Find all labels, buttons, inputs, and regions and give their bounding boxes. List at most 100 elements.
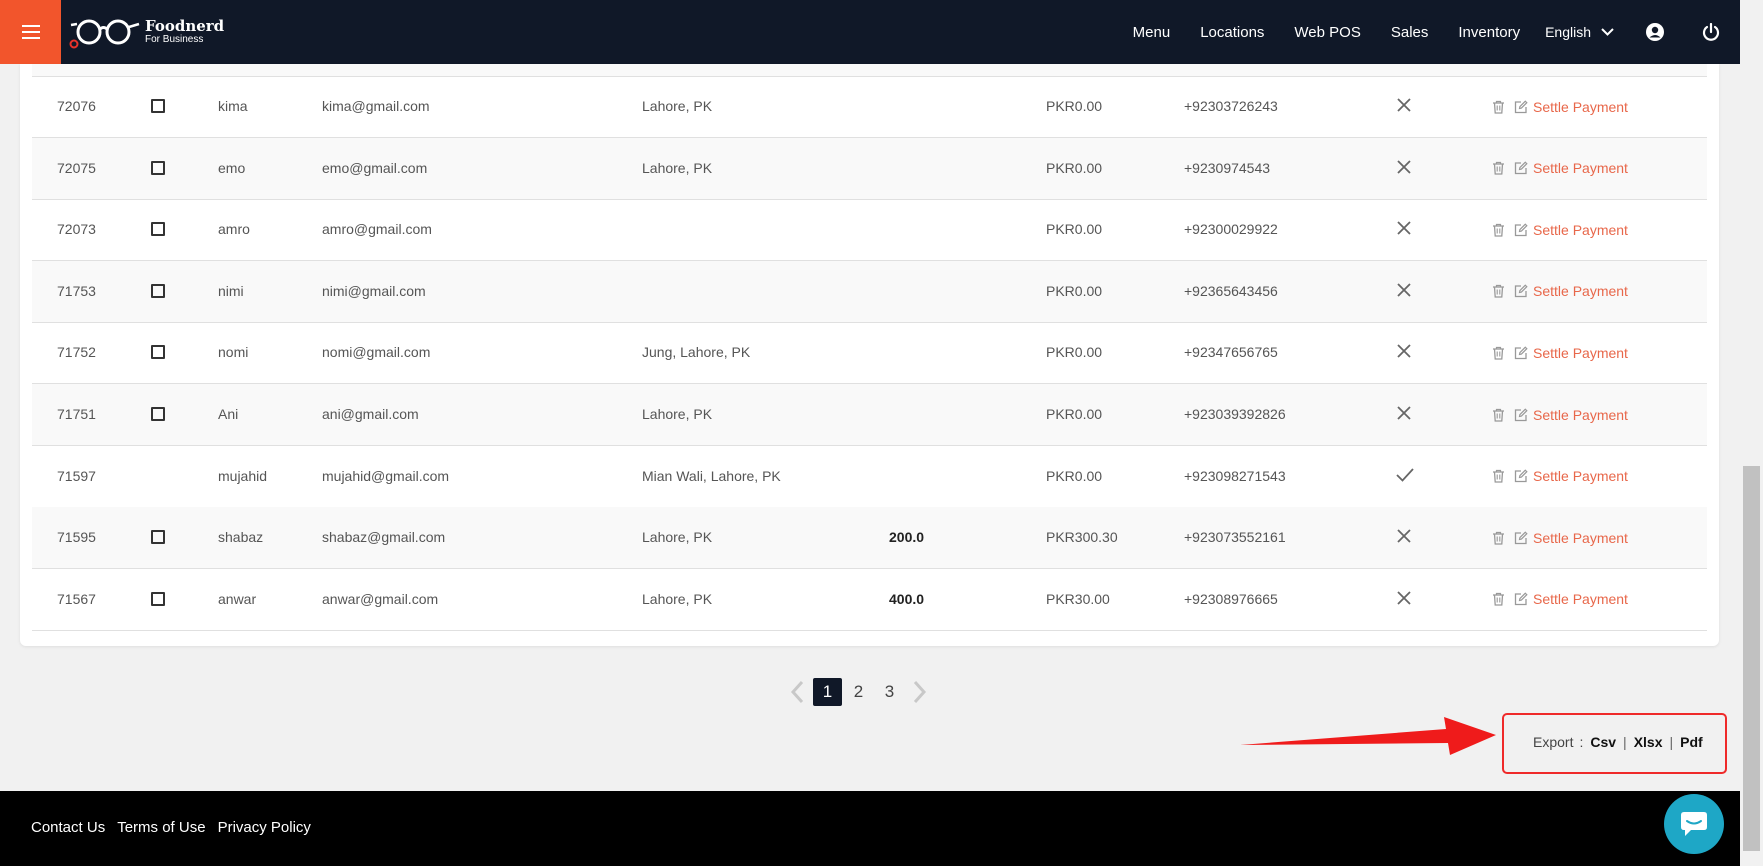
settle-payment-link[interactable]: Settle Payment — [1533, 345, 1628, 361]
cell-email: amro@gmail.com — [322, 221, 432, 238]
export-controls: Export : Csv | Xlsx | Pdf — [1533, 734, 1703, 750]
table-row: 71753 nimi nimi@gmail.com PKR0.00 +92365… — [32, 260, 1707, 323]
glasses-logo-icon — [69, 19, 140, 49]
delete-button[interactable] — [1492, 161, 1505, 175]
export-separator: | — [1669, 734, 1674, 750]
edit-button[interactable] — [1514, 407, 1528, 422]
user-account-button[interactable] — [1646, 23, 1664, 41]
pagination-page-3[interactable]: 3 — [875, 678, 904, 706]
export-colon: : — [1579, 734, 1584, 750]
edit-icon — [1514, 161, 1528, 175]
menu-toggle-button[interactable] — [0, 0, 61, 64]
x-icon — [1396, 590, 1412, 609]
footer-terms-of-use[interactable]: Terms of Use — [117, 819, 205, 836]
edit-icon — [1514, 346, 1528, 360]
settle-payment-link[interactable]: Settle Payment — [1533, 468, 1628, 484]
cell-balance: PKR0.00 — [1046, 406, 1103, 422]
cell-phone: +92303726243 — [1184, 98, 1278, 114]
settle-payment-link[interactable]: Settle Payment — [1533, 99, 1628, 115]
edit-button[interactable] — [1514, 161, 1528, 175]
settle-payment-link[interactable]: Settle Payment — [1533, 160, 1628, 176]
pagination-next[interactable] — [913, 680, 927, 704]
customers-table-card: 72076 kima kima@gmail.com Lahore, PK PKR… — [20, 64, 1719, 646]
pagination-page-2[interactable]: 2 — [844, 678, 873, 706]
x-icon — [1396, 97, 1412, 116]
cell-balance: PKR0.00 — [1046, 467, 1103, 484]
logout-button[interactable] — [1702, 23, 1720, 41]
settle-payment-link[interactable]: Settle Payment — [1533, 530, 1628, 546]
row-checkbox[interactable] — [151, 222, 165, 237]
footer-privacy-policy[interactable]: Privacy Policy — [218, 819, 311, 836]
row-checkbox[interactable] — [151, 160, 165, 175]
settle-payment-link[interactable]: Settle Payment — [1533, 407, 1628, 423]
scrollbar-thumb[interactable] — [1743, 466, 1760, 851]
delete-button[interactable] — [1492, 100, 1505, 114]
delete-button[interactable] — [1492, 223, 1505, 237]
table-row: 71597 mujahid mujahid@gmail.com Mian Wal… — [32, 446, 1707, 508]
cell-id: 71752 — [57, 344, 96, 361]
cell-address: Lahore, PK — [642, 98, 713, 114]
cell-address: Lahore, PK — [642, 590, 713, 607]
edit-icon — [1514, 469, 1528, 483]
nav-locations[interactable]: Locations — [1200, 24, 1264, 41]
trash-icon — [1493, 593, 1504, 606]
row-checkbox[interactable] — [151, 530, 165, 545]
trash-icon — [1493, 531, 1504, 545]
edit-button[interactable] — [1514, 346, 1528, 360]
cell-address: Lahore, PK — [642, 159, 713, 176]
cell-balance: PKR300.30 — [1046, 529, 1118, 546]
row-checkbox[interactable] — [151, 591, 165, 606]
delete-button[interactable] — [1492, 592, 1505, 606]
delete-button[interactable] — [1492, 408, 1505, 422]
settle-payment-link[interactable]: Settle Payment — [1533, 283, 1628, 299]
row-checkbox[interactable] — [151, 407, 165, 421]
settle-payment-link[interactable]: Settle Payment — [1533, 222, 1628, 238]
trash-icon — [1493, 469, 1504, 483]
export-csv-link[interactable]: Csv — [1590, 734, 1616, 750]
cell-balance: PKR0.00 — [1046, 282, 1103, 299]
pagination-page-1[interactable]: 1 — [813, 678, 842, 706]
table-row: 71751 Ani ani@gmail.com Lahore, PK PKR0.… — [32, 384, 1707, 446]
footer-contact-us[interactable]: Contact Us — [31, 819, 105, 836]
cell-phone: +92308976665 — [1184, 590, 1278, 607]
export-xlsx-link[interactable]: Xlsx — [1634, 734, 1663, 750]
edit-icon — [1514, 592, 1528, 606]
edit-icon — [1514, 284, 1528, 298]
cell-phone: +923098271543 — [1184, 467, 1286, 484]
cell-id: 71595 — [57, 529, 96, 546]
nav-menu[interactable]: Menu — [1133, 24, 1171, 41]
edit-button[interactable] — [1514, 469, 1528, 483]
chevron-down-icon — [1601, 28, 1614, 36]
chevron-left-icon — [790, 680, 804, 704]
language-label: English — [1545, 24, 1591, 40]
nav-inventory[interactable]: Inventory — [1458, 24, 1520, 41]
delete-button[interactable] — [1492, 346, 1505, 360]
edit-button[interactable] — [1514, 592, 1528, 606]
export-pdf-link[interactable]: Pdf — [1680, 734, 1703, 750]
cell-name: shabaz — [218, 529, 264, 546]
nav-sales[interactable]: Sales — [1391, 24, 1429, 41]
cell-phone: +9230974543 — [1184, 159, 1271, 176]
edit-button[interactable] — [1514, 223, 1528, 237]
nav-web-pos[interactable]: Web POS — [1294, 24, 1360, 41]
cell-name: anwar — [218, 590, 257, 607]
trash-icon — [1493, 223, 1504, 237]
edit-button[interactable] — [1514, 99, 1528, 114]
trash-icon — [1493, 100, 1504, 114]
row-checkbox[interactable] — [151, 345, 165, 360]
delete-button[interactable] — [1492, 469, 1505, 483]
row-checkbox[interactable] — [151, 99, 165, 113]
cell-balance: PKR30.00 — [1046, 590, 1110, 607]
settle-payment-link[interactable]: Settle Payment — [1533, 591, 1628, 607]
edit-button[interactable] — [1514, 284, 1528, 298]
pagination-prev[interactable] — [790, 680, 804, 704]
page-scrollbar[interactable] — [1740, 64, 1763, 866]
edit-button[interactable] — [1514, 531, 1528, 545]
row-checkbox[interactable] — [151, 283, 165, 298]
delete-button[interactable] — [1492, 531, 1505, 545]
delete-button[interactable] — [1492, 284, 1505, 298]
language-select[interactable]: English — [1545, 24, 1614, 40]
chat-widget-button[interactable] — [1664, 794, 1724, 854]
cell-email: emo@gmail.com — [322, 159, 428, 176]
brand-logo[interactable]: Foodnerd For Business — [69, 0, 224, 64]
